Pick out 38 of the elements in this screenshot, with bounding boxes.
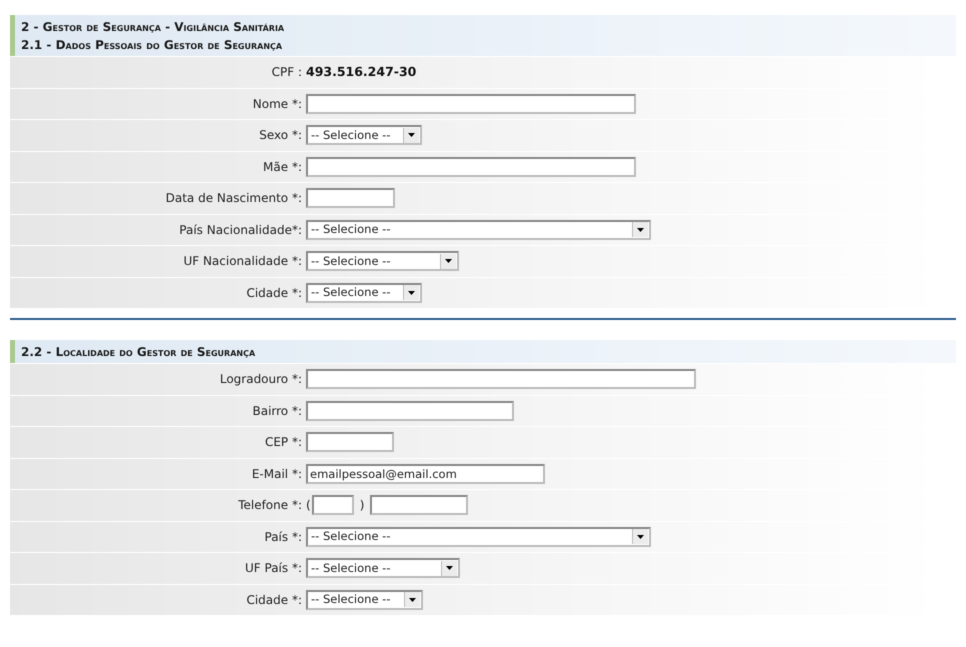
- field-label: Sexo *:: [258, 127, 303, 144]
- field-label: UF País *:: [244, 560, 303, 578]
- field-label: Nome *:: [252, 96, 303, 113]
- section-title: 2 - Gestor de Segurança - Vigilância Sanitária: [21, 19, 286, 36]
- field-label: Logradouro *:: [218, 371, 303, 388]
- section-title: 2.2 - Localidade do Gestor de Segurança: [21, 344, 256, 360]
- field-label: Mãe *:: [262, 158, 303, 176]
- field-label: País Nacionalidade*:: [178, 222, 303, 239]
- cpf-value: 493.516.247-30: [306, 62, 416, 81]
- field-label: Cidade *:: [245, 284, 303, 302]
- input-field[interactable]: [306, 432, 394, 452]
- field-label: País *:: [264, 528, 303, 546]
- dropdown[interactable]: -- Selecione --: [306, 558, 460, 578]
- dropdown[interactable]: -- Selecione --: [306, 590, 423, 610]
- input-field[interactable]: [306, 188, 395, 208]
- phone-number-field[interactable]: [370, 495, 468, 516]
- field-label: Bairro *:: [251, 402, 303, 420]
- field-label: CEP *:: [264, 434, 303, 452]
- field-label: Cidade *:: [245, 592, 303, 609]
- field-label: Telefone *:: [237, 497, 303, 514]
- section-title: 2.1 - Dados Pessoais do Gestor de Segurança: [21, 37, 284, 54]
- field-label: E-Mail *:: [250, 466, 303, 483]
- field-label: CPF :: [270, 64, 303, 82]
- parenthesis: ): [358, 497, 366, 514]
- input-field[interactable]: emailpessoal@email.com: [306, 464, 545, 484]
- area-code-field[interactable]: [312, 495, 354, 516]
- input-field[interactable]: [306, 156, 636, 177]
- dropdown[interactable]: -- Selecione --: [306, 251, 459, 272]
- input-field[interactable]: [306, 400, 514, 421]
- dropdown[interactable]: -- Selecione --: [306, 282, 422, 303]
- dropdown[interactable]: -- Selecione --: [306, 526, 651, 547]
- dropdown[interactable]: -- Selecione --: [306, 220, 651, 240]
- field-label: Data de Nascimento *:: [164, 190, 303, 208]
- field-label: UF Nacionalidade *:: [182, 253, 303, 270]
- dropdown[interactable]: -- Selecione --: [306, 125, 422, 146]
- input-field[interactable]: [306, 94, 636, 114]
- input-field[interactable]: [306, 369, 696, 390]
- parenthesis: (: [306, 497, 312, 514]
